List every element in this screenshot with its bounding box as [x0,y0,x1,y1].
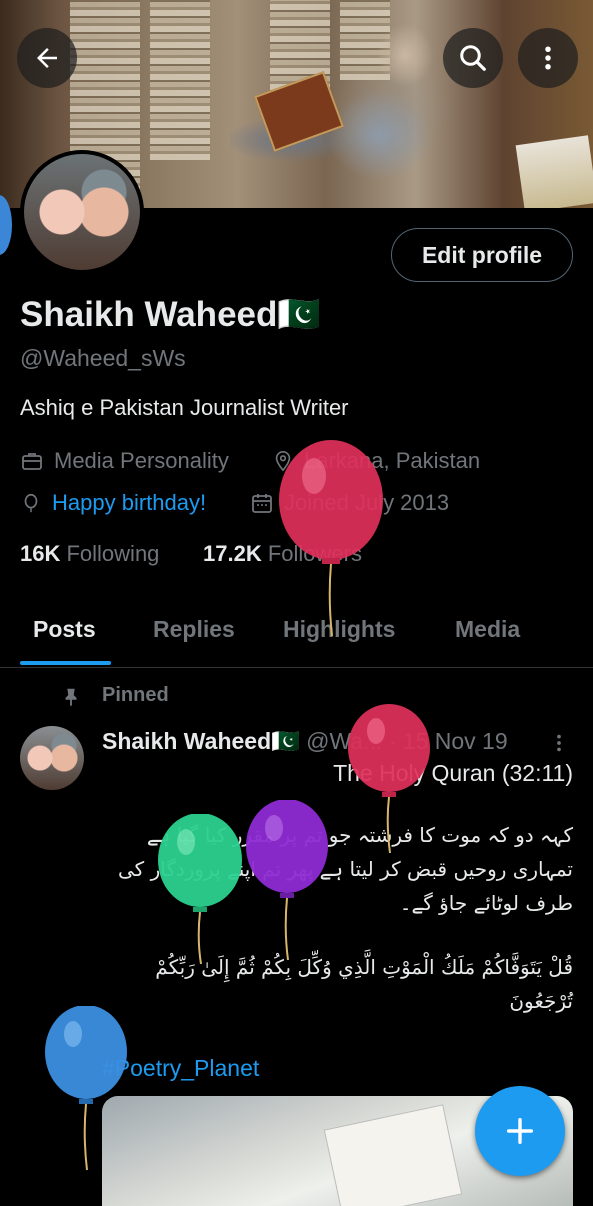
following-label: Following [66,541,160,566]
back-arrow-icon [37,48,57,68]
following-count: 16K [20,541,61,566]
pinned-label: Pinned [102,684,169,706]
back-button[interactable] [17,28,77,88]
balloon-icon [24,493,38,513]
followers-count: 17.2K [203,541,262,566]
active-tab-indicator [20,661,111,665]
post-header: Shaikh Waheed🇵🇰 @Wa... · 15 Nov 19 [102,728,508,755]
balloon-blue [45,1006,127,1170]
more-button[interactable] [518,28,578,88]
plus-icon [506,1117,534,1145]
balloon-red-large [279,440,383,637]
tabs-divider [0,667,593,668]
more-vertical-icon [545,46,551,70]
balloon-purple [246,800,328,960]
tab-posts[interactable]: Posts [33,616,96,643]
compose-button[interactable] [475,1086,565,1176]
profile-name: Shaikh Waheed🇵🇰 [20,295,321,334]
following-stat[interactable]: 16K Following [20,541,159,567]
profile-bio: Ashiq e Pakistan Journalist Writer [20,395,349,420]
category-row: Media Personality [20,448,229,474]
calendar-icon [252,494,272,513]
balloon-red-small [348,704,430,853]
pin-icon [65,688,77,707]
post-author-avatar[interactable] [20,726,84,790]
profile-category: Media Personality [54,448,229,473]
edit-profile-button[interactable]: Edit profile [391,228,573,282]
profile-avatar[interactable] [20,150,144,274]
birthday-row: Happy birthday! [20,490,206,516]
briefcase-icon [22,453,42,470]
post-more-icon[interactable] [548,730,570,756]
post-author-name[interactable]: Shaikh Waheed🇵🇰 [102,728,300,754]
tab-media[interactable]: Media [455,616,520,643]
search-button[interactable] [443,28,503,88]
search-icon [460,45,486,71]
tab-replies[interactable]: Replies [153,616,235,643]
balloon-green [158,814,242,964]
birthday-link[interactable]: Happy birthday! [52,490,206,516]
profile-handle: @Waheed_sWs [20,345,186,371]
